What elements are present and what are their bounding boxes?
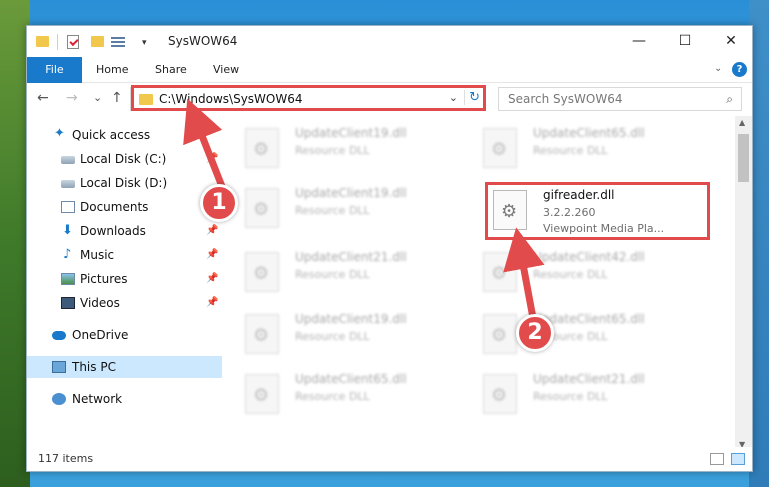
annotation-arrows xyxy=(183,98,545,322)
arrow-to-address-bar xyxy=(183,98,227,193)
step-2-badge: 2 xyxy=(516,314,554,352)
step-1-badge: 1 xyxy=(200,184,238,222)
arrow-to-file xyxy=(503,227,545,322)
